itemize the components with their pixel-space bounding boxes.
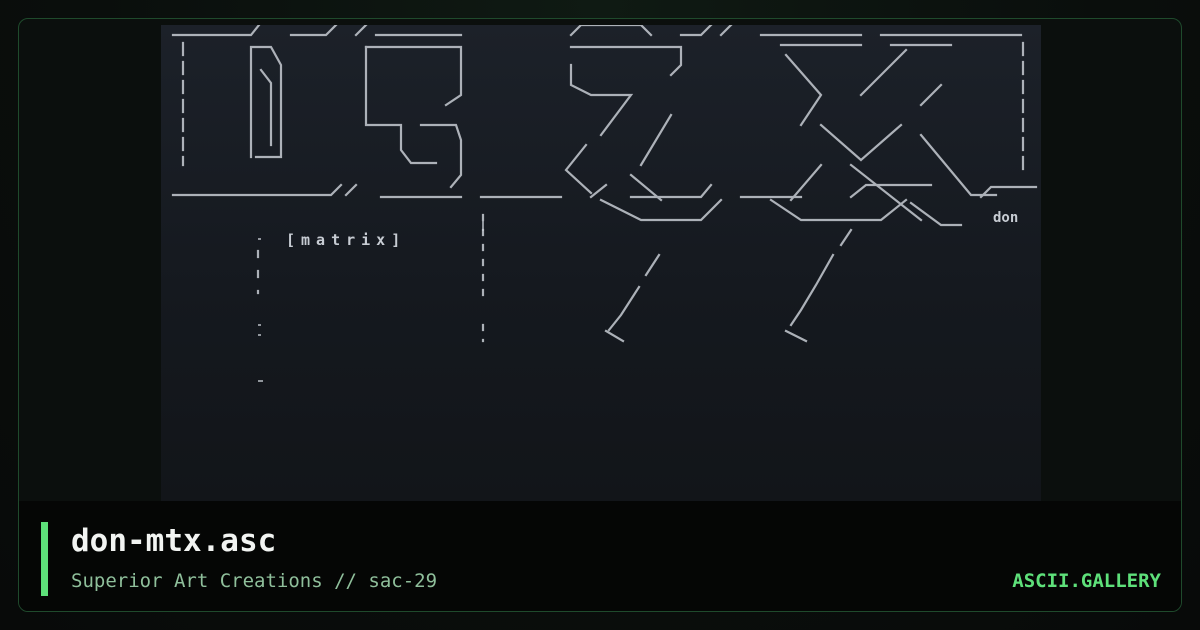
matrix-tag: [matrix] [286, 231, 406, 249]
ascii-art-image: [matrix] don [171, 25, 1038, 382]
accent-bar [41, 522, 48, 596]
site-brand[interactable]: ASCII.GALLERY [1012, 569, 1161, 593]
group-credit: Superior Art Creations // sac-29 [71, 570, 438, 592]
ascii-art-panel: [matrix] don [161, 25, 1041, 501]
page: [matrix] don don-mtx.asc Superior Art Cr… [0, 0, 1200, 630]
artist-signature: don [993, 210, 1018, 226]
caption-bar: don-mtx.asc Superior Art Creations // sa… [19, 501, 1181, 611]
file-title: don-mtx.asc [71, 523, 277, 559]
card-frame: [matrix] don don-mtx.asc Superior Art Cr… [18, 18, 1182, 612]
